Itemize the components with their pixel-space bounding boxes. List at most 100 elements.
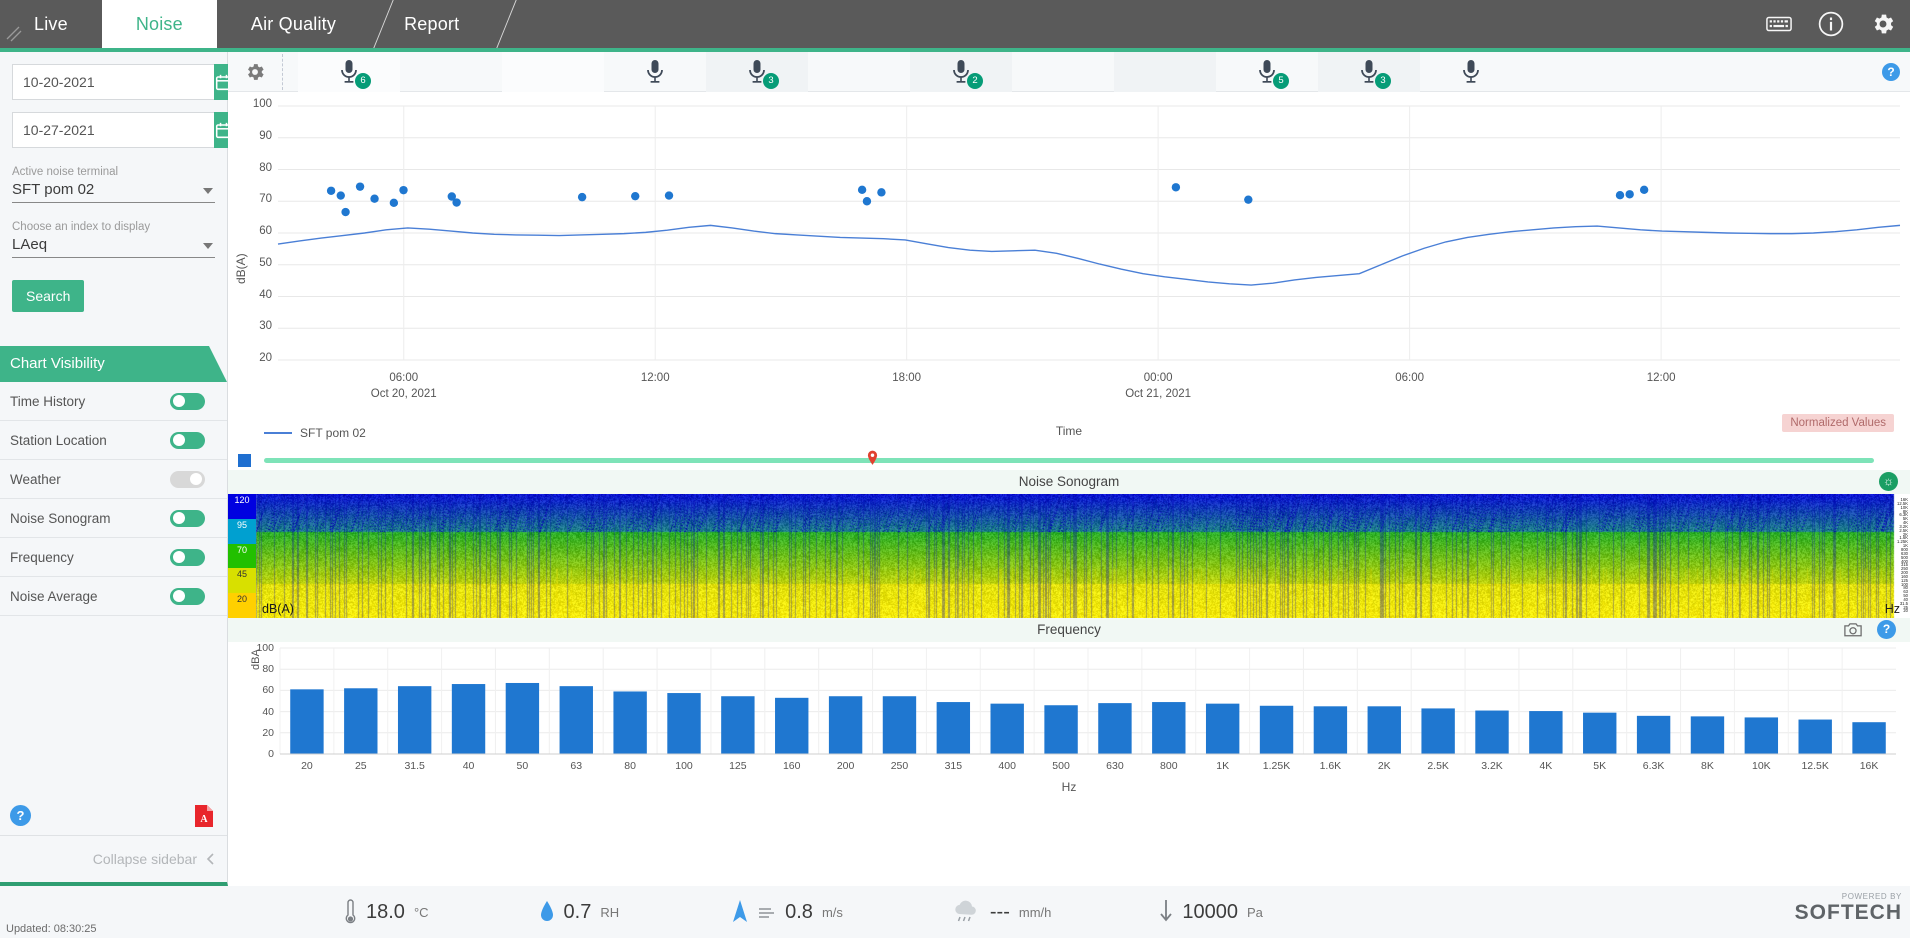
toggle-switch-weather[interactable] [170, 470, 205, 488]
slider-marker-pin-icon[interactable] [867, 450, 878, 465]
station-toolbar: 6 3 2 5 3 ? [228, 52, 1910, 92]
slider-handle-left[interactable] [238, 454, 251, 467]
index-select[interactable]: LAeq [12, 236, 215, 258]
info-icon[interactable] [1818, 11, 1844, 37]
sonogram-scale-tick: 120 [228, 494, 256, 519]
slider-track[interactable] [264, 458, 1874, 463]
toggle-row-frequency[interactable]: Frequency [0, 538, 227, 577]
chart-visibility-header: Chart Visibility [0, 346, 227, 382]
sidebar: Active noise terminal SFT pom 02 Choose … [0, 52, 233, 886]
x-axis-tick: 00:00 [1143, 372, 1173, 384]
tab-live-label: Live [34, 14, 68, 34]
toggle-label-noise-average: Noise Average [10, 588, 98, 604]
frequency-x-axis-title: Hz [1061, 780, 1077, 794]
frequency-y-tick: 40 [262, 705, 274, 718]
sonogram-left-unit: dB(A) [262, 602, 294, 616]
toggle-switch-station-location[interactable] [170, 431, 205, 449]
frequency-x-tick: 31.5 [404, 760, 425, 772]
frequency-x-tick: 1K [1216, 760, 1230, 772]
toggle-row-station-location[interactable]: Station Location [0, 421, 227, 460]
station-button-2[interactable] [604, 52, 706, 92]
sonogram-scale-tick: 95 [228, 518, 256, 544]
toggle-switch-noise-sonogram[interactable] [170, 509, 205, 527]
station-badge: 2 [967, 73, 983, 89]
frequency-x-tick: 2K [1377, 760, 1391, 772]
time-range-slider[interactable] [228, 450, 1910, 470]
tab-report[interactable]: Report [370, 0, 493, 48]
frequency-x-tick: 10K [1751, 760, 1771, 772]
toggle-row-time-history[interactable]: Time History [0, 382, 227, 421]
station-button-1[interactable]: 6 [298, 52, 400, 92]
frequency-x-tick: 3.2K [1481, 760, 1503, 772]
help-icon[interactable]: ? [10, 805, 31, 826]
station-button-4[interactable]: 2 [910, 52, 1012, 92]
y-axis-tick: 20 [259, 352, 272, 364]
toggle-switch-frequency[interactable] [170, 548, 205, 566]
toggle-row-noise-sonogram[interactable]: Noise Sonogram [0, 499, 227, 538]
toolbar-help-icon[interactable]: ? [1882, 63, 1900, 81]
sidebar-footer: ? A Collapse sidebar [0, 796, 227, 882]
collapse-sidebar-label: Collapse sidebar [92, 851, 197, 867]
wind-direction-icon [733, 900, 748, 922]
index-field: Choose an index to display LAeq [12, 221, 215, 258]
sonogram-scale-tick: 45 [228, 568, 256, 594]
wind-lines-icon [759, 908, 775, 918]
gear-icon [248, 64, 264, 80]
tab-air-quality-label: Air Quality [250, 14, 337, 34]
frequency-x-tick: 100 [675, 760, 693, 772]
toggle-label-weather: Weather [10, 471, 61, 487]
keyboard-icon[interactable] [1766, 11, 1792, 37]
sonogram-color-scale: 120 95 70 45 20 [228, 494, 256, 618]
station-button-5[interactable]: 5 [1216, 52, 1318, 92]
x-axis-tick: 12:00 [1646, 372, 1676, 384]
frequency-x-tick: 1.25K [1262, 760, 1291, 772]
main-content: 6 3 2 5 3 ? dB(A) 20 30 40 50 60 70 80 9… [228, 52, 1910, 938]
station-slot-9[interactable] [1114, 52, 1216, 92]
station-slot-6[interactable] [808, 52, 910, 92]
toggle-switch-time-history[interactable] [170, 392, 205, 410]
pdf-export-icon[interactable]: A [195, 804, 213, 827]
start-date-input[interactable] [12, 64, 214, 100]
station-slot-3[interactable] [502, 52, 604, 92]
end-date-input[interactable] [12, 112, 214, 148]
frequency-y-tick: 20 [262, 726, 274, 739]
end-date-row [12, 112, 233, 148]
x-axis-date: Oct 21, 2021 [1125, 388, 1192, 400]
toolbar-settings-button[interactable] [228, 52, 282, 92]
sidebar-footer-icons: ? A [0, 796, 227, 836]
noise-sonogram-canvas[interactable]: 120 95 70 45 20 dB(A) Hz 16K 12.5K 10K 8K 6.3K 5K… [228, 494, 1910, 618]
search-button[interactable]: Search [12, 280, 85, 312]
frequency-x-tick: 63 [570, 760, 583, 772]
collapse-sidebar-button[interactable]: Collapse sidebar [0, 836, 227, 882]
terminal-select[interactable]: SFT pom 02 [12, 181, 215, 203]
frequency-x-tick: 40 [462, 760, 475, 772]
frequency-x-tick: 12.5K [1801, 760, 1829, 772]
frequency-help-icon[interactable]: ? [1877, 620, 1896, 639]
station-slot-8[interactable] [1012, 52, 1114, 92]
frequency-y-tick: 0 [268, 748, 274, 760]
frequency-title: Frequency [1037, 622, 1101, 637]
sonogram-frequency-scale: 16K 12.5K 10K 8K 6.3K 5K 4K 3.2K 2.5K 2K 1.6K 1.25K… [1894, 497, 1908, 614]
pressure-value: 10000 [1182, 900, 1238, 923]
settings-gear-icon[interactable] [1870, 11, 1896, 37]
svg-text:A: A [200, 814, 208, 825]
wind-value: 0.8 [785, 900, 813, 923]
toggle-row-weather[interactable]: Weather [0, 460, 227, 499]
station-button-6[interactable]: 3 [1318, 52, 1420, 92]
x-axis-date: Oct 20, 2021 [370, 388, 437, 400]
station-button-7[interactable] [1420, 52, 1522, 92]
toggle-row-noise-average[interactable]: Noise Average [0, 577, 227, 616]
temperature-readout: 18.0 °C [344, 899, 429, 925]
tab-air-quality[interactable]: Air Quality [217, 0, 370, 48]
temperature-value: 18.0 [366, 900, 405, 923]
toggle-switch-noise-average[interactable] [170, 587, 205, 605]
humidity-value: 0.7 [563, 900, 592, 923]
tab-noise[interactable]: Noise [101, 0, 217, 48]
y-axis-tick: 100 [252, 98, 272, 110]
y-axis-tick: 70 [259, 193, 272, 206]
station-button-3[interactable]: 3 [706, 52, 808, 92]
bulb-icon[interactable]: ☼ [1879, 472, 1898, 491]
station-badge: 3 [1375, 73, 1391, 89]
tab-live[interactable]: Live [0, 0, 102, 48]
station-slot-2[interactable] [400, 52, 502, 92]
